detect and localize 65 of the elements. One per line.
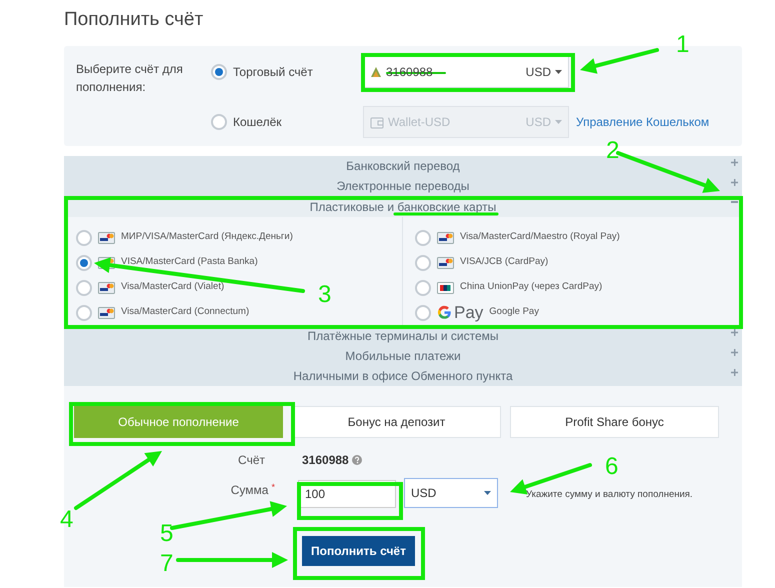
radio-button[interactable] (415, 254, 431, 270)
currency-select[interactable]: USD (404, 478, 498, 508)
required-mark: * (271, 481, 275, 494)
radio-button[interactable] (76, 280, 92, 296)
payment-option-label: МИР/VISA/MasterCard (Яндекс.Деньги) (121, 230, 293, 244)
plus-icon (731, 329, 738, 336)
credit-card-icon (98, 232, 115, 244)
radio-button[interactable] (415, 304, 431, 320)
field-label: Счёт (237, 452, 265, 469)
payment-option-label: Visa/MasterCard (Connectum) (121, 305, 250, 320)
accordion-header[interactable]: Наличными в офисе Обменного пункта (64, 366, 742, 386)
annotation-number: 5 (160, 520, 174, 547)
credit-card-icon (98, 282, 115, 294)
annotation-number: 1 (676, 31, 690, 58)
bonus-tab[interactable]: Бонус на депозит (292, 406, 501, 438)
payment-option-label: Visa/MasterCard (Vialet) (121, 280, 224, 294)
currency-label: USD (526, 114, 551, 131)
submit-button[interactable]: Пополнить счёт (302, 536, 415, 566)
payment-option-label: Visa/MasterCard/Maestro (Royal Pay) (460, 230, 620, 244)
radio-button[interactable] (76, 304, 92, 320)
minus-icon (731, 201, 738, 203)
radio-button[interactable] (415, 230, 431, 246)
credit-card-icon (437, 232, 454, 244)
radio-label: Кошелёк (233, 114, 282, 131)
logo-icon (370, 66, 382, 78)
g-logo-icon (437, 305, 452, 320)
page-title: Пополнить счёт (64, 8, 204, 32)
radio-label: Торговый счёт (233, 64, 313, 81)
currency-label: USD (526, 64, 551, 81)
annotation-number: 4 (60, 506, 74, 533)
caret-icon (484, 491, 491, 495)
annotation-number: 7 (160, 550, 174, 577)
help-icon[interactable] (352, 455, 362, 465)
payment-option-label: VISA/MasterCard (Pasta Banka) (121, 255, 258, 270)
radio-button[interactable] (76, 254, 92, 270)
wallet-icon (370, 116, 384, 128)
plus-icon (731, 179, 738, 186)
payment-option-label: VISA/JCB (CardPay) (460, 255, 548, 270)
radio-button[interactable] (211, 114, 227, 130)
caret-icon (555, 120, 562, 124)
bonus-tab[interactable]: Profit Share бонус (510, 406, 719, 438)
accordion-header[interactable]: Мобильные платежи (64, 346, 742, 366)
field-label: Сумма (230, 482, 268, 499)
payment-option-label: Google Pay (489, 305, 539, 320)
radio-button[interactable] (211, 64, 227, 80)
bank-card-icon (437, 282, 454, 294)
radio-button[interactable] (76, 230, 92, 246)
radio-button[interactable] (415, 280, 431, 296)
credit-card-icon (98, 306, 115, 318)
hint-text: Укажите сумму и валюту пополнения. (526, 488, 693, 502)
account-number: Wallet-USD (388, 115, 450, 129)
annotation-number: 3 (318, 281, 332, 308)
wallet-link[interactable]: Управление Кошельком (576, 113, 710, 131)
account-number: 3160988 (302, 452, 349, 469)
caret-icon (555, 70, 562, 74)
annotation-number: 6 (605, 453, 618, 480)
pay-logo-text: Pay (454, 302, 484, 324)
accordion-header[interactable]: Электронные переводы (64, 176, 742, 196)
payment-option-label: China UnionPay (через CardPay) (460, 280, 602, 294)
field-label: Выберите счёт для пополнения: (76, 61, 184, 96)
plus-icon (731, 369, 738, 376)
credit-card-icon (437, 256, 454, 268)
plus-icon (731, 349, 738, 356)
plus-icon (731, 159, 738, 166)
bonus-tab[interactable]: Обычное пополнение (74, 406, 283, 438)
